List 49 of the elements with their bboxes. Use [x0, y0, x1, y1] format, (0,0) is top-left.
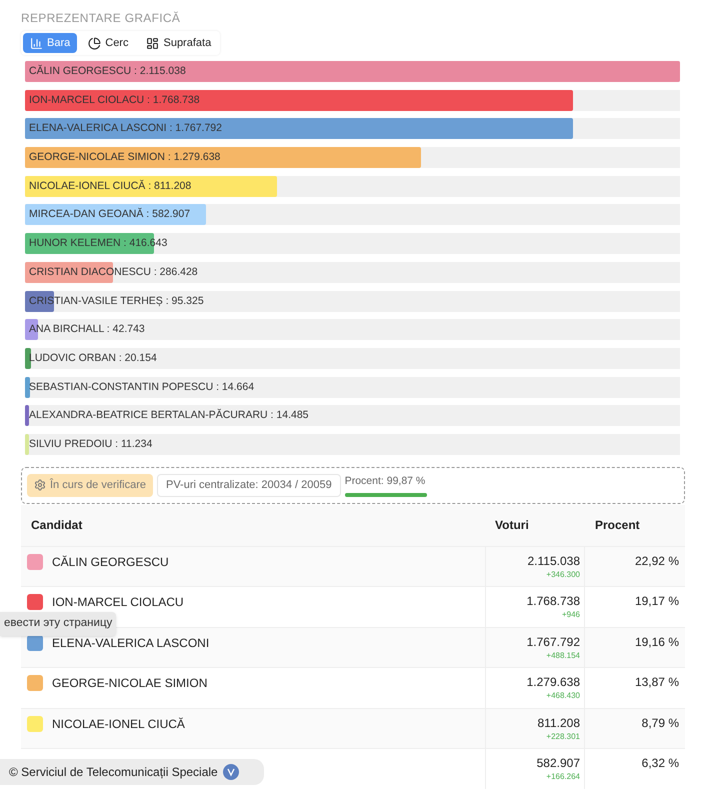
- column-header: Candidat: [30, 517, 84, 534]
- votes-value: 811.208: [538, 714, 580, 731]
- grid-icon: [146, 36, 160, 50]
- candidate-name: ION-MARCEL CIOLACU: [52, 594, 184, 610]
- votes-delta: +488.154: [546, 650, 580, 662]
- bar-label: ANA BIRCHALL : 42.743: [28, 322, 146, 338]
- bar-label: SILVIU PREDOIU : 11.234: [28, 436, 154, 452]
- votes-value: 1.767.792: [526, 634, 580, 650]
- gear-icon: [34, 479, 46, 492]
- bar-label: NICOLAE-IONEL CIUCĂ : 811.208: [28, 178, 192, 194]
- bar-label: ALEXANDRA-BEATRICE BERTALAN-PĂCURARU : 14.485: [28, 408, 310, 424]
- votes-value: 582.907: [536, 755, 580, 772]
- votes-delta: +228.301: [546, 730, 580, 743]
- chart-type-tab[interactable]: Cerc: [81, 33, 136, 53]
- column-header: Voturi: [494, 517, 530, 534]
- bar-label: MIRCEA-DAN GEOANĂ : 582.907: [28, 206, 192, 222]
- percent-value: 13,87 %: [634, 674, 679, 692]
- percent-value: 6,32 %: [642, 755, 679, 772]
- bar-label: CĂLIN GEORGESCU : 2.115.038: [28, 64, 187, 79]
- chart-type-tab[interactable]: Suprafata: [139, 33, 218, 53]
- column-header: Procent: [594, 517, 641, 534]
- votes-delta: +468.430: [546, 690, 580, 702]
- status-badge: În curs de verificare: [27, 474, 153, 497]
- emblem-icon: [222, 764, 239, 780]
- section-title: REPREZENTARE GRAFICĂ: [21, 10, 182, 27]
- votes-delta: +166.264: [546, 771, 580, 784]
- bar-label: ION-MARCEL CIOLACU : 1.768.738: [28, 92, 201, 108]
- bar-label: ELENA-VALERICA LASCONI : 1.767.792: [28, 121, 223, 136]
- centralized-count: PV-uri centralizate: 20034 / 20059: [156, 474, 341, 497]
- percent-value: 19,16 %: [634, 634, 679, 651]
- bar-label: GEORGE-NICOLAE SIMION : 1.279.638: [28, 150, 222, 166]
- progress-percent: Procent: 99,87 %: [344, 474, 426, 490]
- votes-delta: +346.300: [546, 568, 580, 581]
- percent-value: 8,79 %: [642, 714, 679, 732]
- votes-value: 1.279.638: [526, 674, 580, 690]
- candidate-name: CĂLIN GEORGESCU: [52, 554, 169, 570]
- votes-delta: +946: [562, 609, 580, 622]
- pie-chart-icon: [88, 36, 102, 50]
- candidate-name: ELENA-VALERICA LASCONI: [52, 634, 210, 651]
- percent-value: 19,17 %: [634, 593, 679, 610]
- footer-text: © Serviciul de Telecomunicații Speciale: [9, 764, 218, 781]
- candidate-name: GEORGE-NICOLAE SIMION: [52, 675, 208, 692]
- translate-tooltip[interactable]: евести эту страницу: [0, 612, 116, 636]
- votes-value: 1.768.738: [526, 593, 580, 610]
- bar-chart-icon: [30, 36, 43, 50]
- percent-value: 22,92 %: [634, 552, 679, 570]
- votes-value: 2.115.038: [528, 552, 580, 569]
- bar-label: CRISTIAN DIACONESCU : 286.428: [28, 264, 199, 280]
- candidate-name: NICOLAE-IONEL CIUCĂ: [52, 716, 185, 732]
